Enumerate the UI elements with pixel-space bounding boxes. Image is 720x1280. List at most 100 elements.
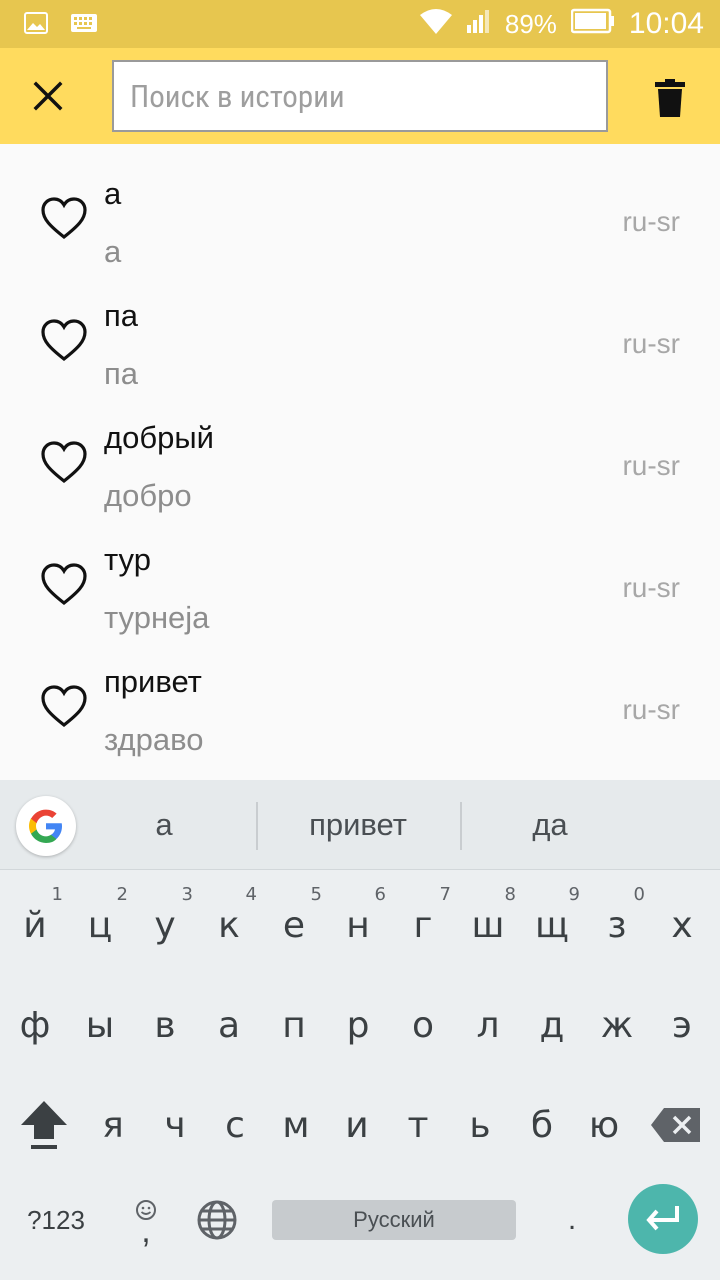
key[interactable]: з0 — [585, 880, 649, 970]
language-key[interactable] — [192, 1180, 242, 1260]
key[interactable]: к4 — [197, 880, 261, 970]
key[interactable]: л — [456, 980, 520, 1070]
heart-outline-icon[interactable] — [40, 562, 88, 606]
key-label: у — [154, 904, 176, 946]
enter-key[interactable] — [628, 1184, 698, 1254]
history-translation: па — [104, 356, 139, 391]
history-lang: ru-sr — [622, 450, 680, 481]
history-word: а — [104, 176, 122, 211]
key-label: к — [218, 904, 240, 946]
key[interactable]: б — [510, 1080, 574, 1170]
heart-outline-icon[interactable] — [40, 318, 88, 362]
key[interactable]: ш8 — [456, 880, 520, 970]
history-item[interactable]: тур турнеја ru-sr — [0, 510, 720, 635]
image-icon — [24, 12, 48, 39]
history-lang: ru-sr — [622, 206, 680, 237]
key[interactable]: м — [264, 1080, 328, 1170]
history-lang: ru-sr — [622, 572, 680, 603]
key[interactable]: д — [520, 980, 584, 1070]
key[interactable]: ж — [585, 980, 649, 1070]
history-word: привет — [104, 664, 202, 699]
key-hint: 2 — [116, 884, 128, 905]
key[interactable]: р — [326, 980, 390, 1070]
key-hint: 3 — [181, 884, 193, 905]
history-item[interactable]: а а ru-sr — [0, 144, 720, 269]
history-item[interactable]: привет здраво ru-sr — [0, 632, 720, 757]
period-key[interactable]: . — [552, 1180, 592, 1260]
on-screen-keyboard: а привет да й1 ц2 у3 к4 е5 н6 г7 ш8 щ9 з… — [0, 780, 720, 1280]
key-label: н — [346, 904, 370, 946]
history-lang: ru-sr — [622, 328, 680, 359]
key[interactable]: ц2 — [68, 880, 132, 970]
battery-percent: 89% — [504, 8, 557, 39]
shift-key[interactable] — [12, 1080, 76, 1170]
key-hint: 1 — [51, 884, 63, 905]
globe-icon — [197, 1200, 237, 1240]
history-item[interactable]: па па ru-sr — [0, 266, 720, 391]
key-hint: 0 — [633, 884, 645, 905]
space-key[interactable]: Русский — [272, 1200, 516, 1240]
google-icon[interactable] — [16, 796, 76, 856]
key-hint: 8 — [504, 884, 516, 905]
symbols-key[interactable]: ?123 — [20, 1180, 92, 1260]
suggestion-3[interactable]: да — [462, 780, 638, 870]
backspace-key[interactable] — [648, 1080, 704, 1170]
key[interactable]: я — [81, 1080, 145, 1170]
key[interactable]: а — [197, 980, 261, 1070]
wifi-icon — [419, 7, 453, 42]
key[interactable]: в — [133, 980, 197, 1070]
battery-icon — [570, 8, 615, 41]
suggestion-1[interactable]: а — [80, 780, 248, 870]
history-translation: турнеја — [104, 600, 210, 635]
key[interactable]: ы — [68, 980, 132, 1070]
backspace-icon — [651, 1108, 700, 1142]
close-button[interactable] — [18, 66, 78, 126]
comma-label: , — [141, 1212, 151, 1250]
key[interactable]: э — [650, 980, 714, 1070]
history-item[interactable]: добрый добро ru-sr — [0, 388, 720, 513]
keyboard-icon — [70, 13, 98, 38]
search-toolbar — [0, 48, 720, 144]
key[interactable]: с — [203, 1080, 267, 1170]
key-label: з — [607, 904, 627, 946]
suggestion-strip: а привет да — [0, 780, 720, 870]
key[interactable]: о — [391, 980, 455, 1070]
history-lang: ru-sr — [622, 694, 680, 725]
key-label: ц — [87, 904, 113, 946]
history-translation: добро — [104, 478, 192, 513]
emoji-comma-key[interactable]: , — [124, 1180, 168, 1260]
key[interactable]: х — [650, 880, 714, 970]
key[interactable]: г7 — [391, 880, 455, 970]
clear-history-button[interactable] — [642, 70, 698, 126]
heart-outline-icon[interactable] — [40, 684, 88, 728]
history-translation: а — [104, 234, 122, 269]
key[interactable]: ф — [3, 980, 67, 1070]
key[interactable]: п — [262, 980, 326, 1070]
search-field[interactable] — [112, 60, 608, 132]
history-list: а а ru-sr па па ru-sr добрый добро ru-sr… — [0, 144, 720, 780]
key-label: ш — [471, 904, 505, 946]
heart-outline-icon[interactable] — [40, 440, 88, 484]
heart-outline-icon[interactable] — [40, 196, 88, 240]
enter-icon — [646, 1206, 679, 1231]
key[interactable]: т — [386, 1080, 450, 1170]
suggestion-2[interactable]: привет — [258, 780, 458, 870]
key[interactable]: е5 — [262, 880, 326, 970]
clock: 10:04 — [628, 7, 704, 40]
key[interactable]: й1 — [3, 880, 67, 970]
key[interactable]: у3 — [133, 880, 197, 970]
key-label: х — [671, 904, 693, 946]
history-word: добрый — [104, 420, 214, 455]
key[interactable]: ю — [572, 1080, 636, 1170]
key-label: й — [23, 904, 47, 946]
key-hint: 4 — [245, 884, 257, 905]
key[interactable]: н6 — [326, 880, 390, 970]
key[interactable]: щ9 — [520, 880, 584, 970]
search-input[interactable] — [128, 76, 592, 116]
key-label: щ — [535, 904, 569, 946]
key[interactable]: ь — [448, 1080, 512, 1170]
key[interactable]: ч — [143, 1080, 207, 1170]
key[interactable]: и — [325, 1080, 389, 1170]
key-hint: 9 — [568, 884, 580, 905]
shift-icon — [21, 1101, 67, 1149]
